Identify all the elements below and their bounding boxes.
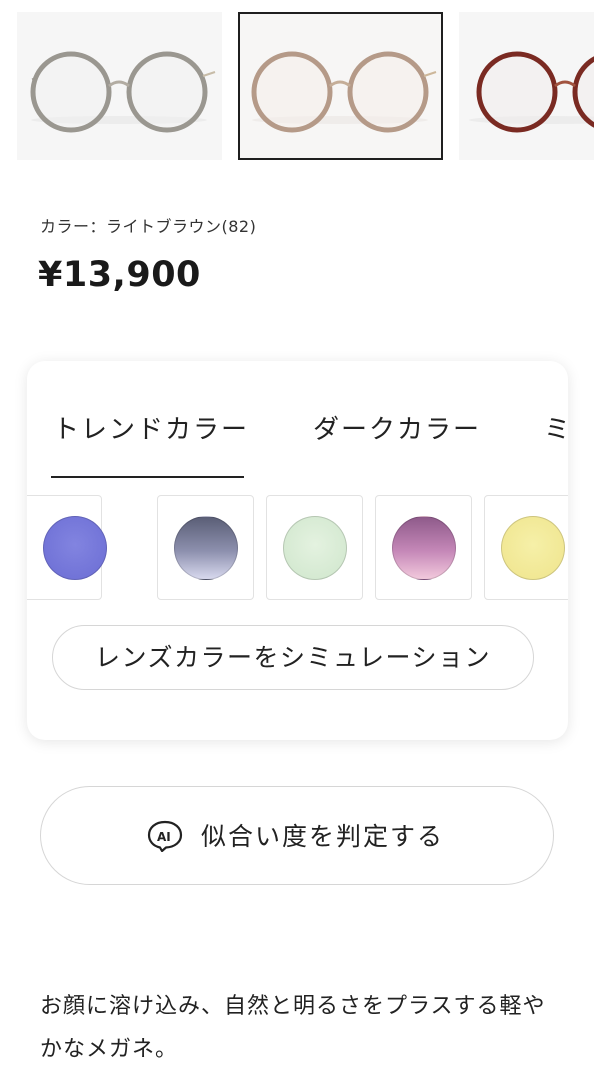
lens-color-circle bbox=[43, 516, 107, 580]
lens-swatch-light-green[interactable] bbox=[266, 495, 363, 600]
glasses-image bbox=[469, 51, 594, 133]
thumbnail-tortoise[interactable] bbox=[459, 12, 594, 160]
lens-color-circle bbox=[283, 516, 347, 580]
ai-fit-check-label: 似合い度を判定する bbox=[201, 822, 445, 851]
thumbnail-light-brown[interactable] bbox=[238, 12, 443, 160]
lens-swatch-gray-gradient[interactable] bbox=[157, 495, 254, 600]
thumbnail-strip[interactable] bbox=[0, 12, 594, 160]
active-tab-indicator bbox=[51, 476, 244, 478]
glasses-image bbox=[30, 51, 216, 133]
color-label: カラー：ライトブラウン(82) bbox=[40, 217, 257, 236]
price: ¥13,900 bbox=[38, 255, 201, 295]
svg-text:AI: AI bbox=[157, 830, 171, 844]
tab-next-partial[interactable]: ミ bbox=[544, 409, 568, 446]
lens-swatch-light-yellow[interactable] bbox=[484, 495, 568, 600]
lens-color-circle bbox=[174, 516, 238, 580]
lens-color-circle bbox=[392, 516, 456, 580]
product-description: お顔に溶け込み、自然と明るさをプラスする軽やかなメガネ。 bbox=[40, 994, 546, 1062]
simulate-lens-color-button[interactable]: レンズカラーをシミュレーション bbox=[52, 625, 534, 690]
tab-dark-color[interactable]: ダークカラー bbox=[313, 409, 481, 446]
thumbnail-gray[interactable] bbox=[17, 12, 222, 160]
lens-color-panel: トレンドカラー ダークカラー ミ レンズカラーをシミュレーション bbox=[27, 361, 568, 740]
product-page: カラー：ライトブラウン(82) ¥13,900 トレンドカラー ダークカラー ミ… bbox=[0, 0, 594, 1080]
glasses-image bbox=[251, 51, 437, 133]
ai-fit-check-button[interactable]: AI 似合い度を判定する bbox=[40, 786, 554, 885]
tab-trend-color[interactable]: トレンドカラー bbox=[53, 409, 249, 446]
lens-swatch-purple-pink[interactable] bbox=[375, 495, 472, 600]
ai-chat-icon: AI bbox=[147, 820, 183, 852]
lens-color-circle bbox=[501, 516, 565, 580]
lens-swatch-blue-violet[interactable] bbox=[27, 495, 107, 600]
